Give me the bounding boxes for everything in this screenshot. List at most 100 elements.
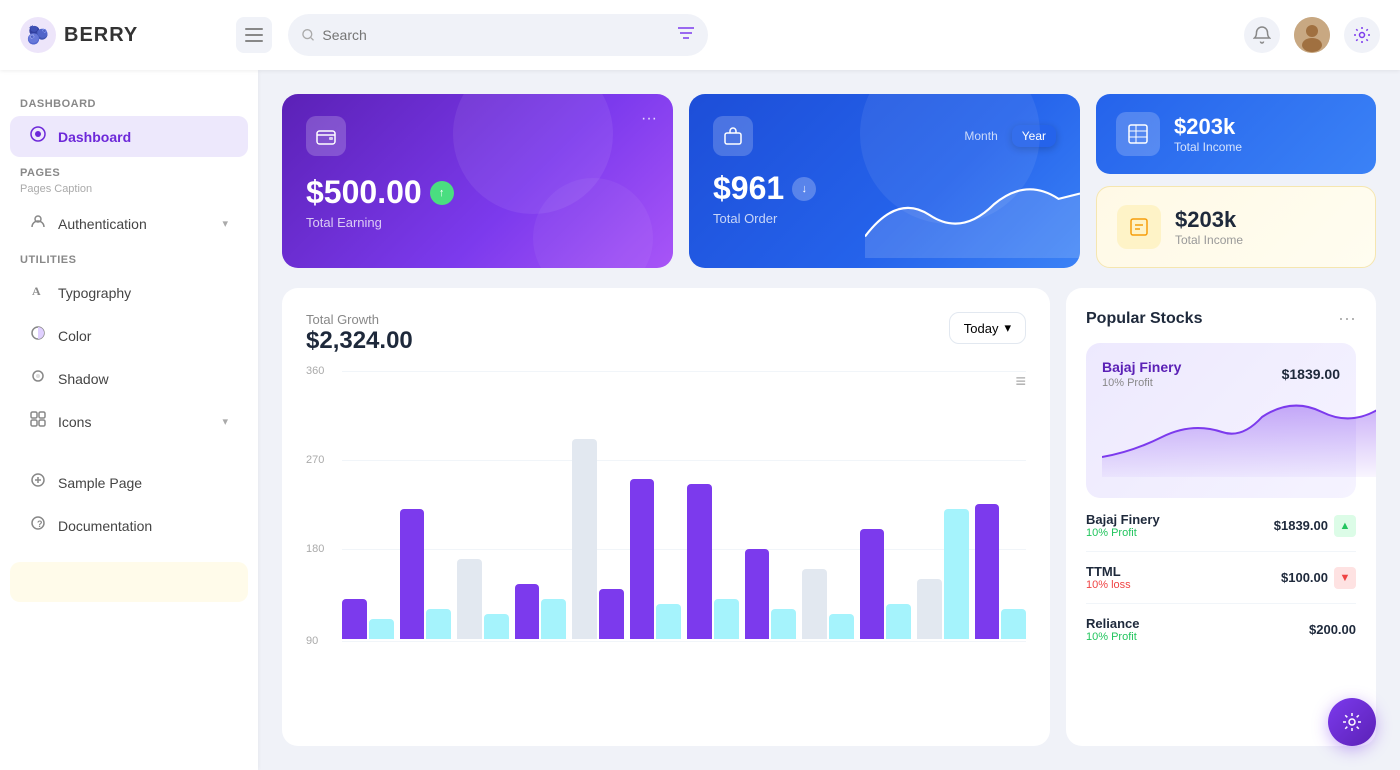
sidebar-item-authentication[interactable]: Authentication ▾ bbox=[10, 203, 248, 244]
svg-text:?: ? bbox=[37, 519, 43, 529]
bar-group-7 bbox=[687, 484, 739, 639]
stocks-menu-icon[interactable]: ··· bbox=[1338, 308, 1356, 329]
featured-stock: Bajaj Finery 10% Profit $1839.00 bbox=[1086, 343, 1356, 498]
bell-button[interactable] bbox=[1244, 17, 1280, 53]
bottom-row: Total Growth $2,324.00 Today ▾ ≡ 360 270… bbox=[282, 288, 1376, 746]
svg-text:🫐: 🫐 bbox=[27, 24, 49, 45]
growth-title-area: Total Growth $2,324.00 bbox=[306, 312, 413, 355]
earning-card: ··· $500.00 ↑ Total Earning bbox=[282, 94, 673, 268]
bag-icon bbox=[723, 126, 743, 146]
featured-stock-price: $1839.00 bbox=[1282, 366, 1340, 382]
hamburger-button[interactable] bbox=[236, 17, 272, 53]
list-item: Bajaj Finery 10% Profit $1839.00 ▲ bbox=[1086, 512, 1356, 552]
bar bbox=[342, 599, 367, 639]
stock-name-col-3: Reliance 10% Profit bbox=[1086, 616, 1139, 643]
growth-header: Total Growth $2,324.00 Today ▾ bbox=[306, 312, 1026, 355]
settings-button[interactable] bbox=[1344, 17, 1380, 53]
bar bbox=[714, 599, 739, 639]
svg-text:A: A bbox=[32, 284, 41, 298]
dashboard-icon bbox=[30, 126, 46, 147]
sidebar-item-documentation[interactable]: ? Documentation bbox=[10, 505, 248, 546]
sidebar-item-typography[interactable]: A Typography bbox=[10, 272, 248, 313]
sidebar-item-icons-label: Icons bbox=[58, 414, 91, 430]
bar-group-11 bbox=[917, 509, 969, 639]
stock-price-col-3: $200.00 bbox=[1309, 622, 1356, 637]
sidebar-item-icons[interactable]: Icons ▾ bbox=[10, 401, 248, 442]
order-card: Month Year $961 ↓ Total Order bbox=[689, 94, 1080, 268]
growth-chart-area: ≡ 360 270 180 90 bbox=[306, 371, 1026, 641]
shadow-icon bbox=[30, 368, 46, 389]
search-icon bbox=[302, 28, 314, 42]
bar-group-1 bbox=[342, 599, 394, 639]
bar bbox=[369, 619, 394, 639]
featured-stock-name: Bajaj Finery bbox=[1102, 359, 1181, 375]
bar bbox=[886, 604, 911, 639]
income-label-blue: Total Income bbox=[1174, 140, 1242, 154]
stock-price-2: $100.00 bbox=[1281, 570, 1328, 585]
sidebar-item-color[interactable]: Color bbox=[10, 315, 248, 356]
income-icon-blue bbox=[1116, 112, 1160, 156]
logo-area: 🫐 BERRY bbox=[20, 17, 220, 53]
earning-card-icon bbox=[306, 116, 346, 156]
bar-group-5 bbox=[572, 439, 624, 639]
bar-group-12 bbox=[975, 504, 1027, 639]
bar-group-9 bbox=[802, 569, 854, 639]
topnav: 🫐 BERRY bbox=[0, 0, 1400, 70]
chart-bars bbox=[342, 371, 1026, 641]
bar-group-10 bbox=[860, 529, 912, 639]
logo-icon: 🫐 bbox=[20, 17, 56, 53]
bar bbox=[400, 509, 425, 639]
period-month-tab[interactable]: Month bbox=[954, 125, 1007, 147]
bar bbox=[944, 509, 969, 639]
filter-button[interactable] bbox=[678, 26, 694, 45]
income-card-blue: $203k Total Income bbox=[1096, 94, 1376, 174]
bar bbox=[541, 599, 566, 639]
bar bbox=[687, 484, 712, 639]
bar bbox=[802, 569, 827, 639]
bar-group-3 bbox=[457, 559, 509, 639]
bar bbox=[484, 614, 509, 639]
search-bar bbox=[288, 14, 708, 56]
growth-title: Total Growth bbox=[306, 312, 413, 327]
sidebar-item-dashboard[interactable]: Dashboard bbox=[10, 116, 248, 157]
sidebar-item-shadow[interactable]: Shadow bbox=[10, 358, 248, 399]
stock-name-col-2: TTML 10% loss bbox=[1086, 564, 1131, 591]
avatar[interactable] bbox=[1294, 17, 1330, 53]
content-area: ··· $500.00 ↑ Total Earning bbox=[258, 70, 1400, 770]
featured-stock-profit: 10% Profit bbox=[1102, 377, 1181, 389]
bar bbox=[426, 609, 451, 639]
list-item: Reliance 10% Profit $200.00 bbox=[1086, 616, 1356, 643]
chevron-down-icon: ▾ bbox=[1004, 320, 1011, 336]
sidebar-item-shadow-label: Shadow bbox=[58, 371, 109, 387]
gear-fab-icon bbox=[1341, 711, 1363, 733]
icons-nav-icon bbox=[30, 411, 46, 432]
order-wave-chart bbox=[865, 172, 1080, 258]
doc-icon: ? bbox=[30, 515, 46, 536]
sidebar-item-dashboard-label: Dashboard bbox=[58, 129, 131, 145]
earning-card-menu[interactable]: ··· bbox=[641, 110, 657, 128]
sidebar-item-color-label: Color bbox=[58, 328, 91, 344]
income-label-yellow: Total Income bbox=[1175, 233, 1243, 247]
income-info-blue: $203k Total Income bbox=[1174, 114, 1242, 154]
sidebar-item-sample[interactable]: Sample Page bbox=[10, 462, 248, 503]
period-year-tab[interactable]: Year bbox=[1012, 125, 1056, 147]
sidebar-item-doc-label: Documentation bbox=[58, 518, 152, 534]
sidebar-section-pages: Pages bbox=[0, 159, 258, 183]
bar bbox=[630, 479, 655, 639]
order-trend-badge: ↓ bbox=[792, 177, 816, 201]
main-layout: Dashboard Dashboard Pages Pages Caption … bbox=[0, 70, 1400, 770]
income-amount-yellow: $203k bbox=[1175, 207, 1243, 233]
gear-icon bbox=[1353, 26, 1371, 44]
typography-icon: A bbox=[30, 282, 46, 303]
today-button[interactable]: Today ▾ bbox=[949, 312, 1026, 344]
fab-button[interactable] bbox=[1328, 698, 1376, 746]
bar bbox=[656, 604, 681, 639]
stocks-header: Popular Stocks ··· bbox=[1086, 308, 1356, 329]
bar bbox=[515, 584, 540, 639]
stock-price-col-1: $1839.00 ▲ bbox=[1274, 515, 1356, 537]
stock-name-3: Reliance bbox=[1086, 616, 1139, 631]
chevron-down-icon: ▾ bbox=[222, 415, 228, 428]
income-card-yellow: $203k Total Income bbox=[1096, 186, 1376, 268]
search-input[interactable] bbox=[322, 27, 670, 43]
stock-pct-3: 10% Profit bbox=[1086, 631, 1139, 643]
